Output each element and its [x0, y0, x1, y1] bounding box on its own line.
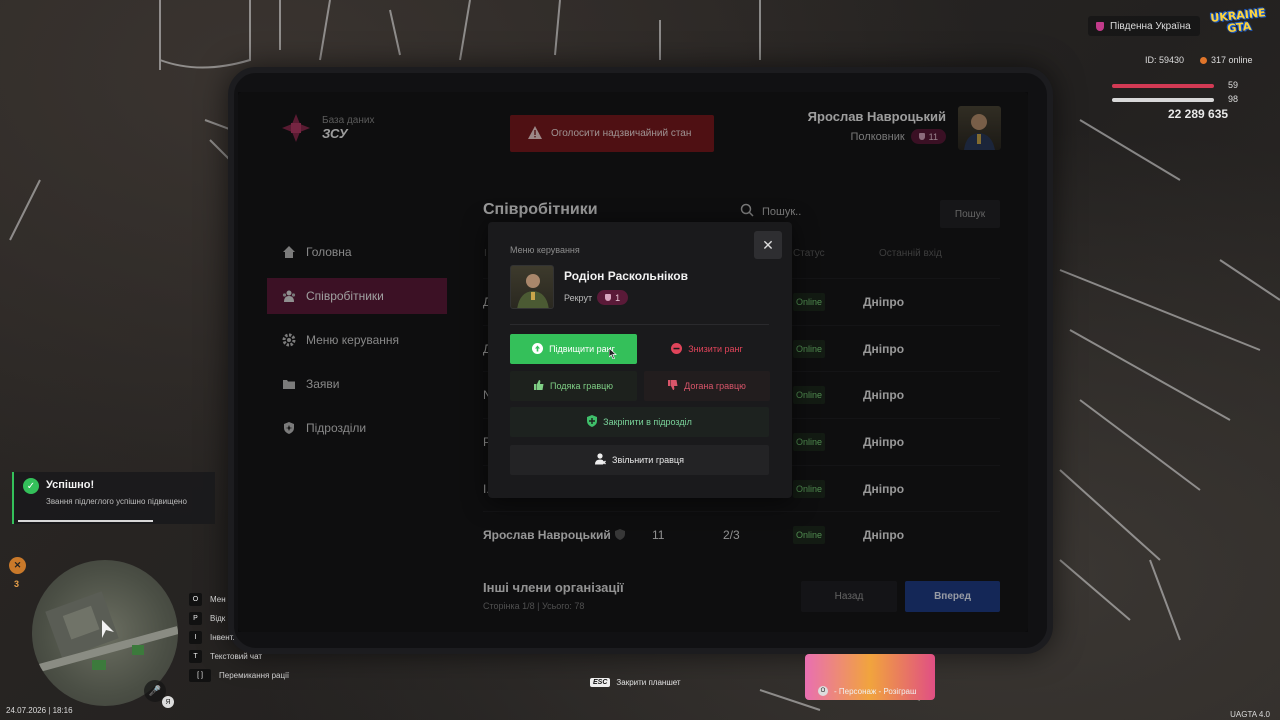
member-rank: Рекрут 1 [564, 290, 629, 305]
keybind-row: T Текстовий чат [189, 647, 289, 666]
user-remove-icon [595, 453, 606, 467]
assign-label: Закріпити в підрозділ [603, 417, 692, 427]
mic-key: Я [162, 696, 174, 708]
thanks-button[interactable]: Подяка гравцю [510, 371, 637, 401]
region-label: Південна Україна [1110, 20, 1191, 32]
toast-title: Успішно! [46, 479, 95, 491]
keybind-row: O Мен [189, 590, 289, 609]
fire-player-button[interactable]: Звільнити гравця [510, 445, 769, 475]
divider [510, 324, 769, 325]
player-id: ID: 59430 [1145, 55, 1185, 65]
mouse-cursor-icon [608, 346, 617, 360]
keybind-key: [ ] [189, 669, 211, 682]
promo-label: - Персонаж - Розіграш [834, 686, 917, 696]
keybind-label: Перемикання рації [219, 671, 290, 680]
toast-text: Звання підлеглого успішно підвищено [46, 497, 187, 506]
promo-key: O [818, 686, 828, 696]
toast-progress [18, 520, 154, 522]
promote-button[interactable]: Підвищити ранг [510, 334, 637, 364]
success-toast: ✓ Успішно! Звання підлеглого успішно під… [12, 472, 215, 524]
keybind-row: [ ] Перемикання рації [189, 666, 289, 685]
member-rank-label: Рекрут [564, 292, 593, 303]
keybind-key: O [189, 593, 202, 606]
health-value: 59 [1228, 80, 1239, 90]
arrow-down-circle-icon [671, 342, 683, 356]
close-tablet-hint: ESC Закрити планшет [590, 678, 681, 687]
keybind-key: I [189, 631, 202, 644]
arrow-up-circle-icon [532, 342, 544, 356]
thanks-label: Подяка гравцю [549, 381, 614, 391]
esc-key: ESC [590, 678, 611, 687]
esc-label: Закрити планшет [616, 678, 681, 687]
game-logo: UKRAINE GTA [1209, 6, 1267, 36]
thumbs-down-icon [668, 380, 678, 392]
rank-shield-icon [605, 294, 612, 301]
region-shield-icon [1096, 21, 1104, 31]
fire-label: Звільнити гравця [612, 455, 684, 465]
shield-plus-icon [587, 415, 598, 429]
money-display: 22 289 635 [1168, 107, 1229, 121]
modal-title: Меню керування [510, 245, 580, 255]
control-menu-modal: Меню керування ✕ Родіон Раскольніков Рек… [488, 222, 792, 498]
demote-label: Знизити ранг [688, 344, 743, 354]
close-button[interactable]: ✕ [754, 231, 782, 259]
keybind-label: Інвент. [210, 633, 235, 642]
keybind-label: Мен [210, 595, 226, 604]
online-dot-icon [1200, 56, 1207, 64]
online-label: 317 online [1211, 55, 1253, 65]
reprimand-button[interactable]: Догана гравцю [644, 371, 770, 401]
armor-value: 98 [1228, 94, 1239, 104]
datetime: 24.07.2026 | 18:16 [6, 706, 73, 715]
health-bar [1112, 84, 1214, 88]
region-badge: Південна Україна [1088, 16, 1200, 36]
thumbs-up-icon [533, 380, 544, 392]
keybind-label: Відк [210, 614, 226, 623]
keybind-key: T [189, 650, 202, 663]
keybind-list: O Мен P Відк I Інвент. T Текстовий чат [… [189, 590, 289, 685]
member-avatar [510, 265, 554, 309]
close-icon: ✕ [762, 236, 774, 253]
keybind-row: I Інвент. [189, 628, 289, 647]
promote-label: Підвищити ранг [549, 344, 615, 354]
assign-unit-button[interactable]: Закріпити в підрозділ [510, 407, 769, 437]
keybind-row: P Відк [189, 609, 289, 628]
reprimand-label: Догана гравцю [684, 381, 746, 391]
promo-hint: O - Персонаж - Розіграш [818, 686, 916, 696]
member-rank-level: 1 [615, 292, 621, 303]
keybind-label: Текстовий чат [210, 652, 263, 661]
online-count: 317 online [1200, 55, 1253, 65]
level-number: 3 [14, 579, 20, 589]
check-icon: ✓ [23, 478, 39, 494]
level-icon: ✕ [9, 557, 26, 574]
member-rank-badge: 1 [597, 290, 629, 305]
keybind-key: P [189, 612, 202, 625]
armor-bar [1112, 98, 1214, 102]
member-name: Родіон Раскольніков [564, 269, 688, 283]
demote-button[interactable]: Знизити ранг [644, 334, 770, 364]
version: UAGTA 4.0 [1230, 710, 1270, 719]
